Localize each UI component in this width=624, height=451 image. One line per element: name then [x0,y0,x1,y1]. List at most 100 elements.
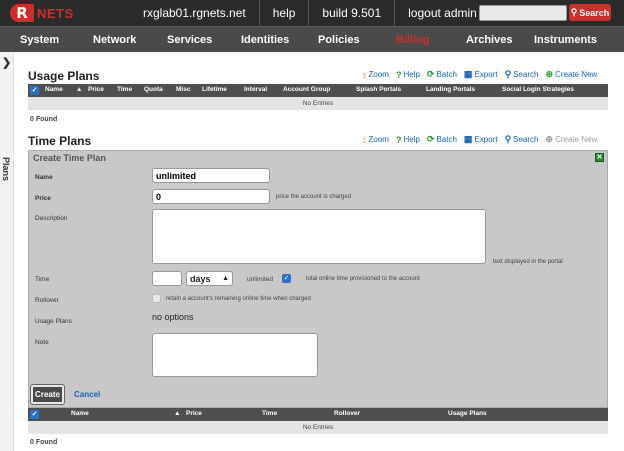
unlimited-checkbox[interactable]: ✓ [282,274,291,283]
logout-link[interactable]: logout admin [395,0,490,26]
usage-export-action[interactable]: ▦ Export [464,69,498,80]
build-label: build 9.501 [309,0,396,26]
usage-plans-table-header: ✓ Name ▲ Price Time Quota Misc Lifetime … [28,84,608,97]
create-new-icon: ⊕ [545,134,554,144]
zoom-icon: ↕ [362,134,367,145]
time-plans-empty-row: No Entries [28,421,608,434]
column-header[interactable]: Splash Portals [356,86,401,93]
description-hint: text displayed in the portal [493,259,563,265]
nav-instruments[interactable]: Instruments [534,27,597,53]
usage-zoom-action[interactable]: ↕ Zoom [362,69,389,80]
usage-plans-empty-row: No Entries [28,97,608,110]
global-search-button[interactable]: ⚲ Search [569,4,611,21]
global-search-input[interactable] [479,5,567,21]
usage-help-action[interactable]: ? Help [396,69,420,80]
sort-asc-icon[interactable]: ▲ [76,86,82,93]
usage-plans-actions: ↕ Zoom ? Help ⟳ Batch ▦ Export ⚲ Search ⊕ Crea… [362,69,597,80]
time-search-action[interactable]: ⚲ Search [505,134,539,145]
sidebar-strip: ❯ Plans [0,52,14,451]
column-header[interactable]: Price [186,410,202,417]
select-all-checkbox[interactable]: ✓ [30,86,39,95]
time-zoom-action[interactable]: ↕ Zoom [362,134,389,145]
cancel-link[interactable]: Cancel [74,390,100,399]
top-nav: rxglab01.rgnets.net help build 9.501 log… [130,0,490,26]
sort-asc-icon[interactable]: ▲ [174,410,180,417]
rollover-label: Rollover [35,297,59,304]
usage-batch-action[interactable]: ⟳ Batch [427,69,457,80]
time-unit-value: days [190,274,211,284]
price-input[interactable]: 0 [152,189,270,204]
column-header[interactable]: Rollover [334,410,360,417]
time-help-action[interactable]: ? Help [396,134,420,145]
price-label: Price [35,195,51,202]
select-all-checkbox[interactable]: ✓ [30,410,39,419]
create-button[interactable]: Create [30,384,65,405]
usage-plans-value: no options [152,312,194,322]
column-header[interactable]: Price [88,86,104,93]
nav-identities[interactable]: Identities [241,27,289,53]
time-input[interactable] [152,271,182,286]
usage-plans-label: Usage Plans [35,318,72,325]
unlimited-label: unlimited [247,276,274,283]
column-header[interactable]: Social Login Strategies [502,86,574,93]
usage-plans-found-count: 0 Found [30,116,58,123]
main-nav: System Network Services Identities Polic… [0,26,624,52]
close-icon[interactable]: ✕ [595,153,604,162]
rollover-hint: retain a account's remaining online time… [166,296,311,302]
description-label: Description [35,215,68,222]
nav-network[interactable]: Network [93,27,136,53]
batch-icon: ⟳ [426,69,435,79]
top-bar: R NETS rxglab01.rgnets.net help build 9.… [0,0,624,26]
time-unit-select[interactable]: days ▲ [186,271,233,286]
nav-billing[interactable]: Billing [396,27,430,53]
time-plans-found-count: 0 Found [30,439,58,446]
export-icon: ▦ [463,134,473,144]
column-header[interactable]: Time [117,86,132,93]
logo-mark: R [10,4,34,22]
logo[interactable]: R NETS [10,3,74,23]
batch-icon: ⟳ [426,134,435,144]
column-header[interactable]: Name [45,86,63,93]
time-plans-table-header: ✓ Name ▲ Price Time Rollover Usage Plans [28,408,608,421]
logo-text: NETS [37,5,74,21]
nav-archives[interactable]: Archives [466,27,512,53]
export-icon: ▦ [463,69,473,79]
note-label: Note [35,339,49,346]
nav-policies[interactable]: Policies [318,27,360,53]
help-icon: ? [395,134,402,145]
name-label: Name [35,174,53,181]
column-header[interactable]: Lifetime [202,86,227,93]
help-link[interactable]: help [260,0,310,26]
column-header[interactable]: Name [71,410,89,417]
time-batch-action[interactable]: ⟳ Batch [427,134,457,145]
nav-system[interactable]: System [20,27,59,53]
usage-plans-title: Usage Plans [28,69,100,83]
column-header[interactable]: Interval [244,86,267,93]
panel-title: Create Time Plan [33,153,106,163]
search-button-label: Search [579,7,610,18]
rollover-checkbox[interactable] [152,294,161,303]
column-header[interactable]: Account Group [283,86,330,93]
description-textarea[interactable] [152,209,486,264]
create-time-plan-panel: Create Time Plan ✕ Name unlimited Price … [28,150,608,408]
search-icon: ⚲ [570,7,578,17]
zoom-icon: ↕ [362,69,367,80]
hostname-link[interactable]: rxglab01.rgnets.net [130,0,260,26]
name-input[interactable]: unlimited [152,168,270,183]
nav-services[interactable]: Services [167,27,212,53]
time-export-action[interactable]: ▦ Export [464,134,498,145]
usage-create-new-action[interactable]: ⊕ Create New [546,69,598,80]
time-create-new-action[interactable]: ⊕ Create New [546,134,598,145]
usage-search-action[interactable]: ⚲ Search [505,69,539,80]
note-textarea[interactable] [152,333,318,377]
column-header[interactable]: Time [262,410,277,417]
time-label: Time [35,276,50,283]
create-new-icon: ⊕ [545,69,554,79]
select-arrows-icon: ▲ [222,275,229,282]
chevron-right-icon[interactable]: ❯ [2,56,11,69]
column-header[interactable]: Misc [176,86,190,93]
column-header[interactable]: Quota [144,86,163,93]
sidebar-label[interactable]: Plans [1,157,11,181]
column-header[interactable]: Usage Plans [448,410,487,417]
column-header[interactable]: Landing Portals [426,86,475,93]
